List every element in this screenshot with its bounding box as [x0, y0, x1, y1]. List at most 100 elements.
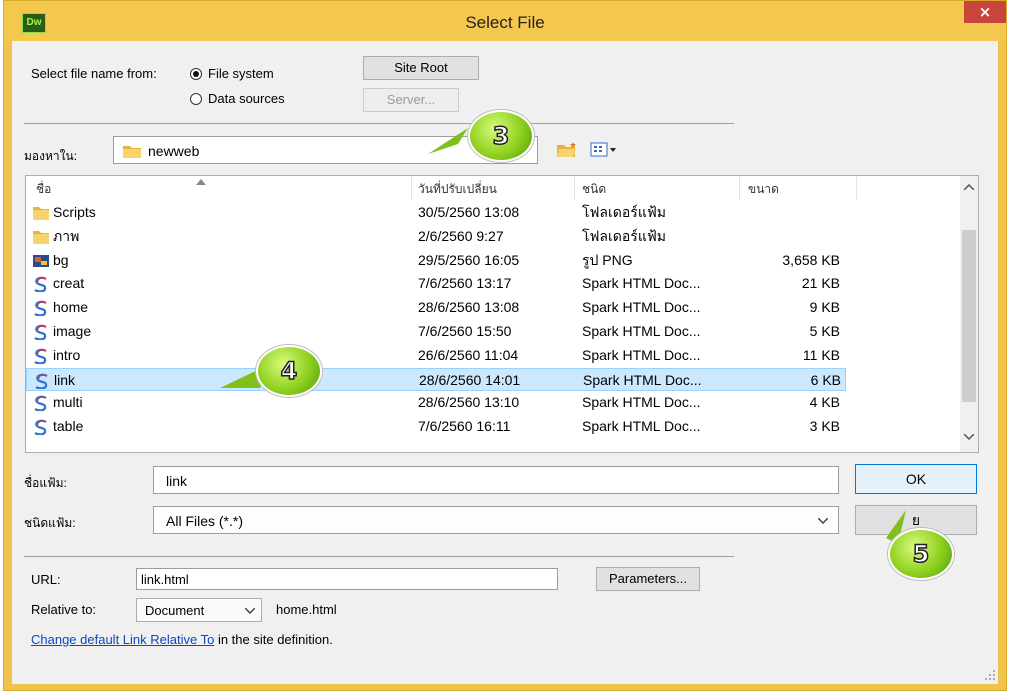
- parameters-button[interactable]: Parameters...: [596, 567, 700, 591]
- view-menu-icon[interactable]: [590, 142, 618, 158]
- file-name: table: [53, 418, 84, 435]
- column-header-date[interactable]: วันที่ปรับเปลี่ยน: [418, 176, 497, 200]
- filename-label: ชื่อแฟ้ม:: [24, 476, 67, 490]
- scroll-down-icon[interactable]: [964, 434, 974, 440]
- filetype-label: ชนิดแฟ้ม:: [24, 516, 76, 530]
- change-default-link[interactable]: Change default Link Relative To: [31, 632, 214, 647]
- file-size: [748, 225, 840, 248]
- file-type: โฟลเดอร์แฟ้ม: [582, 227, 666, 244]
- look-in-label: มองหาใน:: [24, 149, 78, 163]
- file-row[interactable]: intro 26/6/2560 11:04 Spark HTML Doc... 11 …: [26, 344, 846, 367]
- title-bar[interactable]: Dw Select File ×: [4, 1, 1006, 41]
- footer-text: Change default Link Relative To in the s…: [31, 632, 333, 647]
- column-divider: [574, 176, 575, 200]
- server-button[interactable]: Server...: [363, 88, 459, 112]
- file-size: 9 KB: [809, 299, 840, 316]
- separator-bottom: [24, 556, 734, 557]
- file-date: 28/6/2560 13:10: [418, 394, 520, 411]
- filename-value: link: [166, 473, 188, 489]
- file-type: รูป PNG: [582, 251, 633, 268]
- file-size: 3 KB: [809, 418, 840, 435]
- file-size: 11 KB: [802, 346, 840, 363]
- file-date: 2/6/2560 9:27: [418, 227, 504, 244]
- file-name: intro: [53, 346, 81, 363]
- file-size: 4 KB: [809, 394, 840, 411]
- file-date: 29/5/2560 16:05: [418, 251, 520, 268]
- relative-file: home.html: [276, 602, 337, 617]
- file-row[interactable]: image 7/6/2560 15:50 Spark HTML Doc... 5 KB: [26, 320, 846, 343]
- radio-file-system[interactable]: [190, 68, 202, 80]
- spark-html-icon: [32, 300, 50, 317]
- chevron-down-icon: [818, 518, 828, 524]
- file-row[interactable]: bg 29/5/2560 16:05 รูป PNG 3,658 KB: [26, 249, 846, 272]
- separator-top: [24, 123, 734, 124]
- file-row[interactable]: home 28/6/2560 13:08 Spark HTML Doc... 9 KB: [26, 296, 846, 319]
- folder-icon: [32, 229, 50, 245]
- file-name: image: [53, 323, 92, 339]
- file-row[interactable]: link 28/6/2560 14:01 Spark HTML Doc... 6 KB: [26, 367, 846, 391]
- file-row[interactable]: ภาพ 2/6/2560 9:27 โฟลเดอร์แฟ้ม: [26, 225, 846, 248]
- spark-html-icon: [32, 276, 50, 293]
- file-type: Spark HTML Doc...: [582, 394, 701, 411]
- new-folder-icon[interactable]: [556, 141, 578, 159]
- dialog-title: Select File: [465, 13, 545, 32]
- file-size: 21 KB: [801, 275, 840, 292]
- column-header-name[interactable]: ชื่อ: [36, 176, 51, 200]
- relative-to-select[interactable]: Document: [136, 598, 262, 622]
- radio-data-sources-label[interactable]: Data sources: [208, 91, 285, 106]
- ok-button[interactable]: OK: [855, 464, 977, 494]
- png-image-icon: [32, 253, 50, 269]
- file-type: Spark HTML Doc...: [582, 346, 701, 363]
- url-value: link.html: [141, 572, 189, 587]
- column-header-type[interactable]: ชนิด: [582, 176, 606, 200]
- callout-4: 4: [256, 345, 322, 397]
- file-date: 7/6/2560 16:11: [418, 418, 511, 435]
- filename-input[interactable]: link: [153, 466, 839, 494]
- radio-data-sources[interactable]: [190, 93, 202, 105]
- column-divider: [739, 176, 740, 200]
- site-root-button[interactable]: Site Root: [363, 56, 479, 80]
- file-list[interactable]: ชื่อ วันที่ปรับเปลี่ยน ชนิด ขนาด Scripts…: [25, 175, 979, 453]
- file-type: Spark HTML Doc...: [582, 299, 701, 316]
- url-input[interactable]: link.html: [136, 568, 558, 590]
- select-source-label: Select file name from:: [31, 66, 157, 81]
- file-size: 6 KB: [810, 371, 841, 388]
- relative-to-label: Relative to:: [31, 602, 97, 617]
- spark-html-icon: [32, 419, 50, 436]
- file-type: โฟลเดอร์แฟ้ม: [582, 204, 666, 220]
- file-type: Spark HTML Doc...: [582, 323, 701, 339]
- file-date: 7/6/2560 13:17: [418, 275, 512, 292]
- file-row[interactable]: table 7/6/2560 16:11 Spark HTML Doc... 3 KB: [26, 415, 846, 438]
- file-size: 5 KB: [809, 323, 840, 339]
- close-button[interactable]: ×: [964, 1, 1006, 23]
- chevron-down-icon: [245, 608, 255, 614]
- file-date: 28/6/2560 14:01: [419, 371, 521, 388]
- file-row[interactable]: creat 7/6/2560 13:17 Spark HTML Doc... 21 K…: [26, 272, 846, 295]
- scroll-up-icon[interactable]: [964, 184, 974, 190]
- look-in-value: newweb: [148, 143, 200, 159]
- file-row[interactable]: multi 28/6/2560 13:10 Spark HTML Doc... 4 K…: [26, 391, 846, 414]
- resize-grip-icon[interactable]: [984, 669, 996, 681]
- file-size: 3,658 KB: [782, 251, 840, 268]
- vertical-scrollbar[interactable]: [960, 176, 978, 452]
- file-date: 30/5/2560 13:08: [418, 204, 520, 220]
- file-type: Spark HTML Doc...: [582, 418, 701, 435]
- file-row[interactable]: Scripts 30/5/2560 13:08 โฟลเดอร์แฟ้ม: [26, 201, 846, 224]
- column-header-size[interactable]: ขนาด: [748, 176, 779, 200]
- spark-html-icon: [32, 324, 50, 341]
- spark-html-icon: [32, 348, 50, 365]
- spark-html-icon: [32, 395, 50, 412]
- sort-ascending-icon: [196, 179, 206, 185]
- filetype-select[interactable]: All Files (*.*): [153, 506, 839, 534]
- file-date: 26/6/2560 11:04: [418, 346, 519, 363]
- file-name: Scripts: [53, 204, 96, 220]
- url-label: URL:: [31, 572, 61, 587]
- file-name: ภาพ: [53, 227, 80, 244]
- radio-file-system-label[interactable]: File system: [208, 66, 274, 81]
- file-name: home: [53, 299, 89, 316]
- callout-3: 3: [468, 110, 534, 162]
- scrollbar-thumb[interactable]: [962, 230, 976, 402]
- select-file-dialog: Dw Select File × Select file name from: …: [3, 0, 1007, 691]
- file-size: [748, 201, 840, 224]
- file-date: 7/6/2560 15:50: [418, 323, 512, 339]
